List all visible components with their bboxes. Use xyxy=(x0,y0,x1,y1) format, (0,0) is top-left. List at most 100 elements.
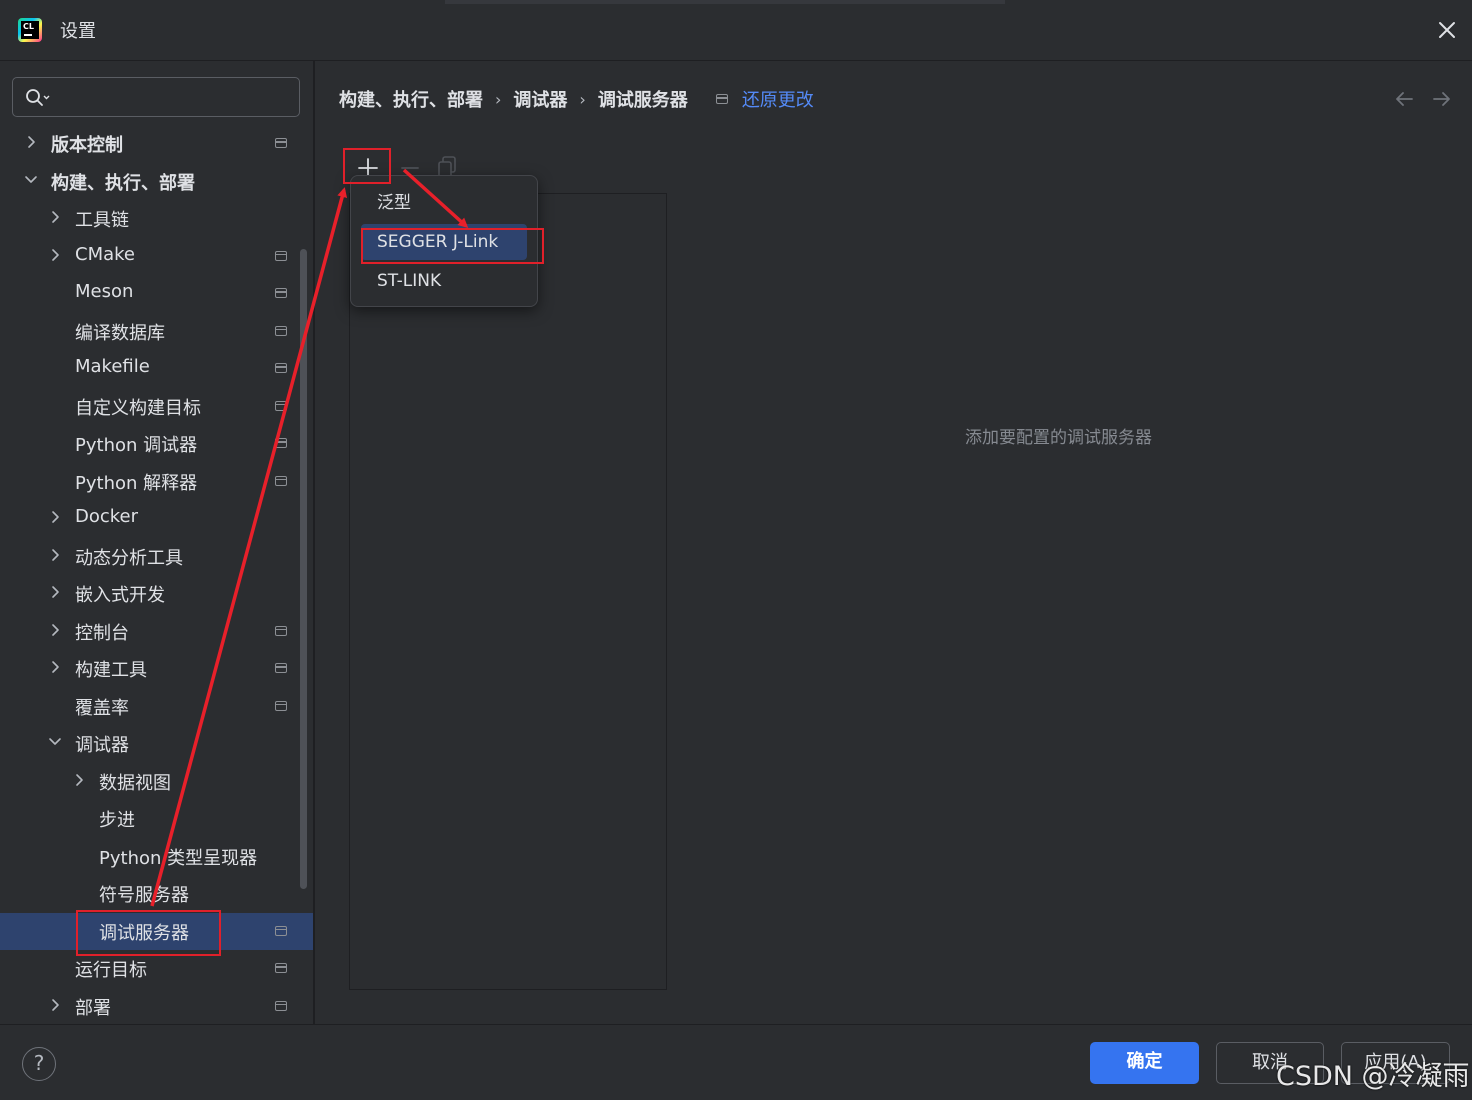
chevron-right-icon[interactable] xyxy=(48,510,62,524)
chevron-right-icon[interactable] xyxy=(48,998,62,1012)
search-input[interactable] xyxy=(59,84,293,112)
sidebar-item-deployment[interactable]: 部署 xyxy=(0,988,313,1025)
project-scope-icon xyxy=(275,663,287,673)
settings-search-box[interactable] xyxy=(12,77,300,117)
sidebar-item-meson[interactable]: Meson xyxy=(0,275,313,312)
chevron-right-icon[interactable] xyxy=(48,660,62,674)
close-icon[interactable] xyxy=(1434,17,1460,43)
sidebar-item-label: 部署 xyxy=(75,997,111,1019)
forward-arrow-icon[interactable] xyxy=(1431,88,1453,110)
add-server-popup-menu: 泛型 SEGGER J-Link ST-LINK xyxy=(350,175,538,307)
sidebar-item-label: 数据视图 xyxy=(99,772,171,794)
project-scope-icon xyxy=(275,363,287,373)
chevron-right-icon[interactable] xyxy=(24,135,38,149)
sidebar-item-python-interpreter[interactable]: Python 解释器 xyxy=(0,463,313,500)
project-scope-icon xyxy=(275,288,287,298)
chevron-right-icon[interactable] xyxy=(48,623,62,637)
sidebar-item-symbol-servers[interactable]: 符号服务器 xyxy=(0,875,313,912)
sidebar-item-build-tools[interactable]: 构建工具 xyxy=(0,650,313,687)
sidebar-item-label: 编译数据库 xyxy=(75,322,165,344)
dialog-footer: ? 确定 取消 应用(A) xyxy=(0,1025,1472,1100)
project-scope-icon xyxy=(275,475,287,486)
sidebar-item-python-debugger[interactable]: Python 调试器 xyxy=(0,425,313,462)
sidebar-item-coverage[interactable]: 覆盖率 xyxy=(0,688,313,725)
project-scope-icon xyxy=(715,94,728,104)
sidebar-item-toolchains[interactable]: 工具链 xyxy=(0,200,313,237)
sidebar-item-label: 符号服务器 xyxy=(99,885,189,906)
breadcrumb: 构建、执行、部署 › 调试器 › 调试服务器 还原更改 xyxy=(339,85,814,113)
background-window-tab xyxy=(445,0,1005,4)
sidebar-item-label: 嵌入式开发 xyxy=(75,585,165,606)
project-scope-icon xyxy=(275,963,287,973)
chevron-right-icon[interactable] xyxy=(72,773,86,787)
sidebar-item-label: 工具链 xyxy=(75,210,129,231)
breadcrumb-item-build[interactable]: 构建、执行、部署 xyxy=(339,86,483,112)
sidebar-item-label: 自定义构建目标 xyxy=(75,397,201,419)
project-scope-icon xyxy=(275,925,287,936)
ok-button[interactable]: 确定 xyxy=(1090,1042,1199,1084)
sidebar-item-data-views[interactable]: 数据视图 xyxy=(0,763,313,800)
sidebar-item-debugger[interactable]: 调试器 xyxy=(0,725,313,762)
project-scope-icon xyxy=(275,325,287,336)
chevron-down-icon[interactable] xyxy=(48,735,62,749)
back-arrow-icon[interactable] xyxy=(1393,88,1415,110)
project-scope-icon xyxy=(275,438,287,448)
menu-item-st-link[interactable]: ST-LINK xyxy=(361,263,527,299)
menu-item-generic[interactable]: 泛型 xyxy=(361,185,527,221)
project-scope-icon xyxy=(275,400,287,411)
sidebar-item-embedded-development[interactable]: 嵌入式开发 xyxy=(0,575,313,612)
search-icon xyxy=(26,89,50,106)
sidebar-item-makefile[interactable]: Makefile xyxy=(0,350,313,387)
debug-server-list[interactable] xyxy=(349,193,667,990)
sidebar-item-label: Makefile xyxy=(75,356,150,377)
sidebar-item-label: 控制台 xyxy=(75,622,129,644)
sidebar-item-label: Python 解释器 xyxy=(75,472,198,494)
sidebar-item-label: 版本控制 xyxy=(51,135,123,156)
sidebar-item-stepping[interactable]: 步进 xyxy=(0,800,313,837)
revert-changes-link[interactable]: 还原更改 xyxy=(742,86,814,112)
sidebar-item-debug-servers[interactable]: 调试服务器 xyxy=(0,912,313,950)
breadcrumb-separator: › xyxy=(579,89,586,109)
sidebar-item-compilation-database[interactable]: 编译数据库 xyxy=(0,313,313,350)
project-scope-icon xyxy=(275,625,287,636)
breadcrumb-separator: › xyxy=(495,89,502,109)
sidebar-item-label: CMake xyxy=(75,243,135,265)
sidebar-item-label: 覆盖率 xyxy=(75,697,129,719)
project-scope-icon xyxy=(275,250,287,261)
sidebar-item-label: Meson xyxy=(75,281,134,302)
sidebar-item-dynamic-analysis-tools[interactable]: 动态分析工具 xyxy=(0,538,313,575)
project-scope-icon xyxy=(275,138,287,148)
chevron-right-icon[interactable] xyxy=(48,210,62,224)
sidebar-item-console[interactable]: 控制台 xyxy=(0,613,313,650)
menu-item-segger-jlink[interactable]: SEGGER J-Link xyxy=(361,224,527,260)
sidebar-item-label: 调试服务器 xyxy=(99,922,189,944)
sidebar-item-label: 调试器 xyxy=(75,735,129,756)
project-scope-icon xyxy=(275,1000,287,1011)
sidebar-item-custom-build-targets[interactable]: 自定义构建目标 xyxy=(0,388,313,425)
chevron-right-icon[interactable] xyxy=(48,585,62,599)
sidebar-item-run-targets[interactable]: 运行目标 xyxy=(0,950,313,987)
empty-state-message: 添加要配置的调试服务器 xyxy=(965,428,1152,448)
sidebar-item-label: Python 类型呈现器 xyxy=(99,847,258,869)
sidebar-item-cmake[interactable]: CMake xyxy=(0,238,313,275)
sidebar-item-build-execution-deployment[interactable]: 构建、执行、部署 xyxy=(0,163,313,200)
breadcrumb-item-debug-servers: 调试服务器 xyxy=(597,90,688,111)
sidebar-item-label: 步进 xyxy=(99,810,135,831)
help-button[interactable]: ? xyxy=(22,1047,56,1081)
csdn-watermark: CSDN @冷凝雨 xyxy=(1276,1061,1470,1092)
clion-logo-icon: CL xyxy=(18,18,42,42)
sidebar-scrollbar[interactable] xyxy=(300,249,307,889)
chevron-right-icon[interactable] xyxy=(48,548,62,562)
sidebar-item-label: 运行目标 xyxy=(75,960,147,981)
sidebar-item-version-control[interactable]: 版本控制 xyxy=(0,125,313,162)
sidebar-item-label: Python 调试器 xyxy=(75,435,198,456)
window-title: 设置 xyxy=(60,21,96,42)
chevron-down-icon[interactable] xyxy=(24,173,38,187)
settings-sidebar: 版本控制构建、执行、部署工具链 CMake Meson 编译数据库 Makefile 自定… xyxy=(0,61,313,1024)
sidebar-item-python-type-renderers[interactable]: Python 类型呈现器 xyxy=(0,838,313,875)
sidebar-item-label: 动态分析工具 xyxy=(75,547,183,569)
chevron-right-icon[interactable] xyxy=(48,248,62,262)
breadcrumb-item-debugger[interactable]: 调试器 xyxy=(513,86,567,112)
sidebar-item-docker[interactable]: Docker xyxy=(0,500,313,537)
sidebar-item-label: Docker xyxy=(75,506,139,527)
